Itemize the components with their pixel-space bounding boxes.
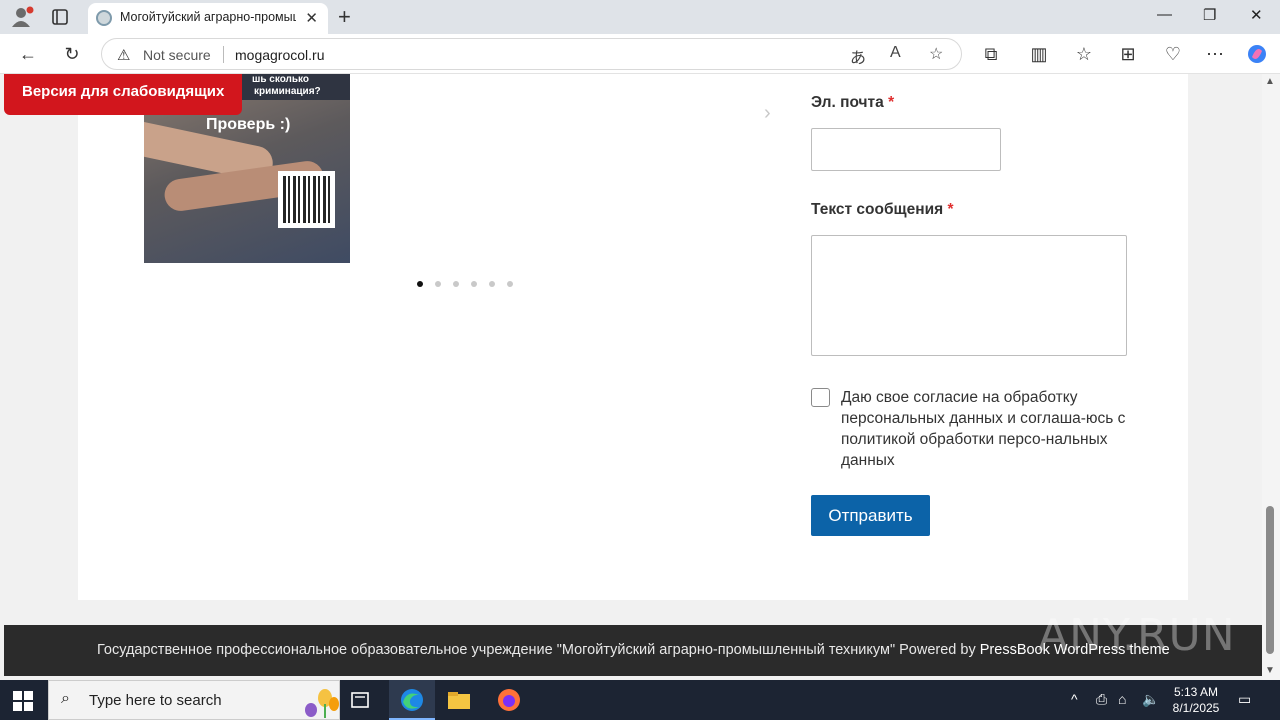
close-tab-icon[interactable]: ✕ [305, 9, 318, 27]
consent-checkbox[interactable] [811, 388, 830, 407]
email-label: Эл. почта * [811, 94, 895, 111]
favorites-icon[interactable]: ☆ [1073, 43, 1095, 65]
scroll-thumb[interactable] [1266, 506, 1274, 654]
new-tab-button[interactable]: + [338, 4, 351, 30]
tab-bar: Могойтуйский аграрно-промышленный техник… [0, 0, 1280, 34]
taskbar-search[interactable]: ⌕ Type here to search [48, 680, 340, 720]
edge-browser-icon[interactable] [397, 686, 427, 714]
clock-time: 5:13 AM [1173, 685, 1219, 699]
page-scrollbar[interactable]: ▲ ▼ [1262, 74, 1280, 680]
search-icon: ⌕ [61, 690, 70, 707]
restore-icon[interactable]: ❐ [1203, 6, 1216, 24]
slider-next-icon[interactable]: › [764, 102, 771, 125]
profile-icon[interactable] [10, 6, 34, 28]
tab-actions-icon[interactable] [50, 7, 70, 27]
slide-text-line1: шь сколько [252, 74, 310, 85]
windows-taskbar: ⌕ Type here to search ^ ⎙ ⌂ 🔈 5:13 AM 8/… [0, 680, 1280, 720]
refresh-icon[interactable]: ↻ [61, 43, 83, 65]
security-label[interactable]: Not secure [143, 47, 211, 63]
watermark: ANY.RUN [1038, 610, 1236, 661]
slider-dot[interactable] [471, 281, 477, 287]
back-icon[interactable]: ← [17, 43, 39, 65]
slide-text-line2: криминация? [254, 86, 321, 97]
slider-dot[interactable] [453, 281, 459, 287]
qr-code [278, 171, 335, 228]
tray-overflow-icon[interactable]: ^ [1071, 691, 1078, 707]
slide-headline: Проверь :) [206, 116, 291, 133]
windows-start-icon[interactable] [12, 690, 34, 712]
split-screen-icon[interactable]: ▥ [1028, 43, 1050, 65]
slider-dot[interactable] [435, 281, 441, 287]
browser-essentials-icon[interactable]: ♡ [1162, 43, 1184, 65]
more-menu-icon[interactable]: ⋯ [1204, 43, 1226, 65]
warning-icon[interactable]: ⚠ [117, 46, 130, 64]
window-close-icon[interactable]: ✕ [1250, 6, 1263, 24]
tab-title: Могойтуйский аграрно-промышленный техник… [120, 10, 296, 24]
task-view-icon[interactable] [346, 686, 376, 714]
address-bar[interactable]: ⚠ Not secure mogagrocol.ru あ A ☆ [101, 38, 962, 70]
browser-tab[interactable]: Могойтуйский аграрно-промышленный техник… [88, 3, 328, 34]
collections-icon[interactable]: ⊞ [1117, 43, 1139, 65]
search-placeholder: Type here to search [89, 692, 222, 709]
site-favicon-icon [96, 10, 112, 26]
volume-icon[interactable]: 🔈 [1142, 691, 1159, 708]
message-textarea[interactable] [811, 235, 1127, 356]
slider-dot[interactable] [417, 281, 423, 287]
message-label: Текст сообщения * [811, 201, 954, 218]
required-mark: * [947, 201, 954, 218]
system-clock[interactable]: 5:13 AM 8/1/2025 [1166, 684, 1226, 716]
slider-dot[interactable] [489, 281, 495, 287]
extensions-icon[interactable]: ⧉ [980, 43, 1002, 65]
tulip-decoration-icon [305, 689, 339, 718]
required-mark: * [888, 94, 895, 111]
content-card: шь сколько криминация? Проверь :) › Эл. … [78, 74, 1188, 600]
navigation-bar: ← ↻ ⚠ Not secure mogagrocol.ru あ A ☆ ⧉ ▥… [0, 34, 1280, 74]
submit-button[interactable]: Отправить [811, 495, 930, 536]
copilot-icon[interactable] [1246, 43, 1268, 65]
email-field[interactable] [811, 128, 1001, 171]
favorite-star-icon[interactable]: ☆ [929, 44, 943, 64]
read-aloud-icon[interactable]: A [890, 44, 901, 62]
clock-date: 8/1/2025 [1172, 701, 1220, 715]
translate-icon[interactable]: あ [850, 44, 866, 68]
notifications-icon[interactable]: ▭ [1238, 691, 1251, 708]
page-viewport: шь сколько криминация? Проверь :) › Эл. … [0, 74, 1262, 680]
scroll-down-icon[interactable]: ▼ [1265, 665, 1275, 676]
url-text[interactable]: mogagrocol.ru [235, 47, 325, 63]
footer-text: Государственное профессиональное образов… [97, 642, 980, 658]
network-icon[interactable]: ⌂ [1118, 691, 1126, 707]
minimize-icon[interactable]: — [1157, 6, 1172, 23]
file-explorer-icon[interactable] [444, 686, 474, 714]
meet-now-icon[interactable]: ⎙ [1096, 691, 1107, 708]
address-divider [223, 46, 224, 63]
slider-dot[interactable] [507, 281, 513, 287]
firefox-icon[interactable] [494, 686, 524, 714]
scroll-up-icon[interactable]: ▲ [1265, 76, 1275, 87]
consent-text: Даю свое согласие на обработку персональ… [841, 389, 1126, 469]
accessibility-version-button[interactable]: Версия для слабовидящих [4, 74, 242, 115]
